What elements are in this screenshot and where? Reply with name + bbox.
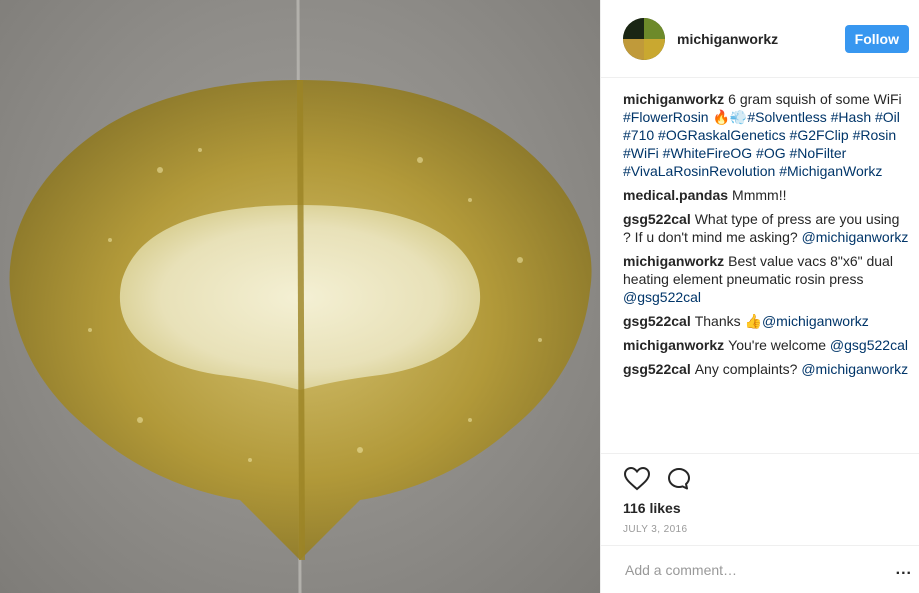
comment-username[interactable]: medical.pandas: [623, 187, 728, 203]
mention-link[interactable]: @michiganworkz: [801, 361, 908, 377]
comment: gsg522cal What type of press are you usin…: [623, 210, 909, 246]
speech-bubble-icon[interactable]: [665, 465, 693, 493]
hashtag-link[interactable]: #G2FClip: [790, 127, 849, 143]
post-side-panel: michiganworkz Follow michiganworkz 6 gram…: [600, 0, 919, 593]
comment-username[interactable]: michiganworkz: [623, 337, 724, 353]
hashtag-link[interactable]: #Hash: [831, 109, 871, 125]
mention-link[interactable]: @gsg522cal: [830, 337, 908, 353]
hashtag-link[interactable]: #OG: [756, 145, 786, 161]
hashtag-link[interactable]: #NoFilter: [790, 145, 847, 161]
comment: gsg522cal Any complaints? @michiganworkz: [623, 360, 909, 378]
rosin-photo-illustration: [9, 0, 592, 593]
post-photo[interactable]: [0, 0, 600, 593]
hashtag-link[interactable]: #WiFi: [623, 145, 659, 161]
comment: gsg522cal Thanks 👍@michiganworkz: [623, 312, 909, 330]
comment-text: Mmmm!!: [732, 187, 787, 203]
header-username[interactable]: michiganworkz: [677, 31, 845, 47]
more-options-icon[interactable]: ...: [896, 561, 912, 579]
follow-button[interactable]: Follow: [844, 24, 909, 53]
comment-input[interactable]: [623, 560, 896, 579]
hashtag-link[interactable]: #Solventless: [747, 109, 826, 125]
comment-username[interactable]: gsg522cal: [623, 211, 691, 227]
mention-link[interactable]: @michiganworkz: [802, 229, 909, 245]
mention-link[interactable]: @michiganworkz: [762, 313, 869, 329]
caption-text-part: 6 gram squish of some WiFi: [728, 91, 902, 107]
mention-link[interactable]: @gsg522cal: [623, 289, 701, 305]
comment: medical.pandas Mmmm!!: [623, 186, 909, 204]
comment: michiganworkz Best value vacs 8"x6" dual …: [623, 252, 909, 306]
caption-username[interactable]: michiganworkz: [623, 91, 724, 107]
post-header: michiganworkz Follow: [601, 0, 919, 78]
caption: michiganworkz 6 gram squish of some WiFi …: [623, 90, 909, 180]
comments-list: michiganworkz 6 gram squish of some WiFi …: [601, 78, 919, 454]
comment-username[interactable]: gsg522cal: [623, 361, 691, 377]
hashtag-link[interactable]: #VivaLaRosinRevolution: [623, 163, 775, 179]
likes-count[interactable]: 116 likes: [601, 494, 919, 516]
heart-outline-icon[interactable]: [623, 465, 651, 493]
comment-container: medical.pandas Mmmm!! gsg522cal What type o…: [623, 186, 909, 378]
hashtag-link[interactable]: #FlowerRosin: [623, 109, 709, 125]
comment-text: You're welcome: [728, 337, 830, 353]
comment-username[interactable]: michiganworkz: [623, 253, 724, 269]
hashtag-link[interactable]: #Rosin: [853, 127, 897, 143]
comment: michiganworkz You're welcome @gsg522cal: [623, 336, 909, 354]
instagram-post: michiganworkz Follow michiganworkz 6 gram…: [0, 0, 919, 593]
comment-text: Any complaints?: [694, 361, 802, 377]
hashtag-link[interactable]: #710: [623, 127, 654, 143]
hashtag-link[interactable]: #WhiteFireOG: [663, 145, 752, 161]
hashtag-link[interactable]: #Oil: [875, 109, 900, 125]
caption-text-part: 🔥💨: [708, 109, 748, 125]
post-date: JULY 3, 2016: [623, 524, 688, 535]
comment-text: Thanks 👍: [694, 313, 762, 329]
hashtag-link[interactable]: #OGRaskalGenetics: [658, 127, 786, 143]
action-bar: [601, 454, 919, 494]
avatar[interactable]: [623, 17, 665, 60]
comment-username[interactable]: gsg522cal: [623, 313, 691, 329]
add-comment-bar: ...: [601, 545, 919, 593]
hashtag-link[interactable]: #MichiganWorkz: [779, 163, 882, 179]
